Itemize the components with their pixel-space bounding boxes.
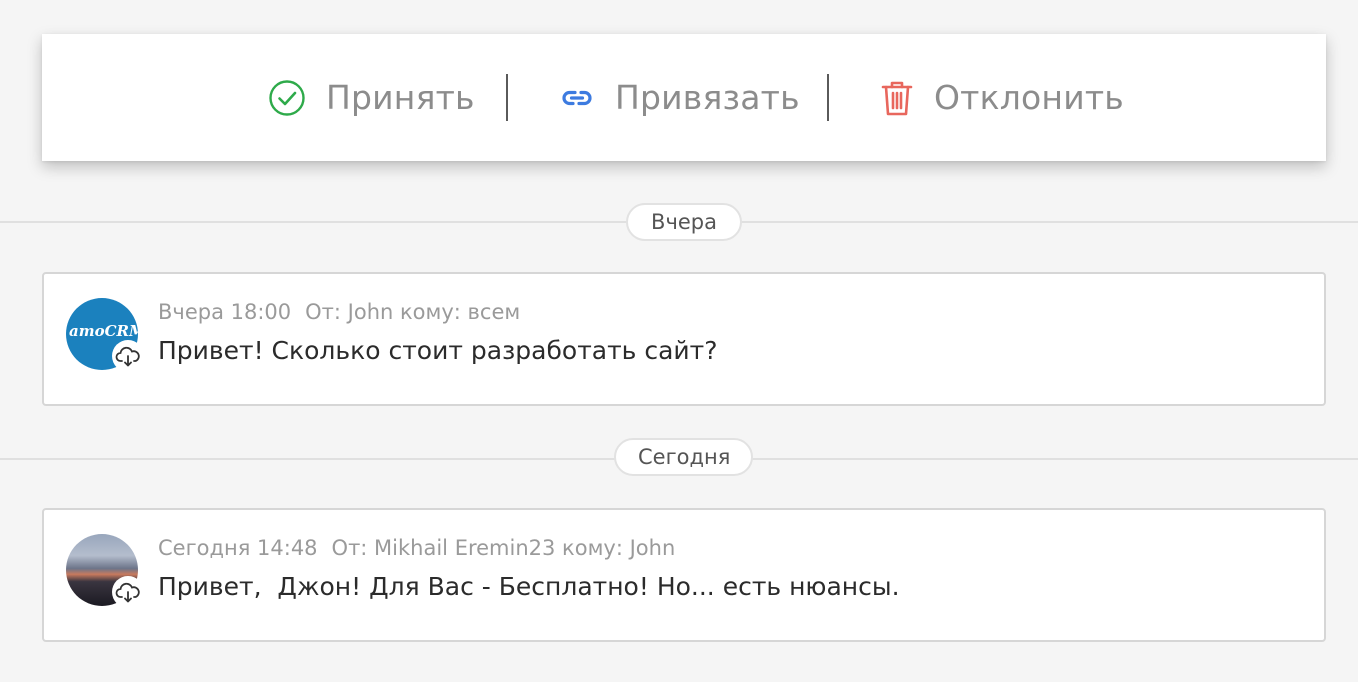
message-time: Вчера 18:00 bbox=[158, 300, 292, 324]
message-route: От: John кому: всем bbox=[305, 300, 521, 324]
reject-label: Отклонить bbox=[934, 78, 1124, 117]
accept-button[interactable]: Принять bbox=[268, 34, 475, 161]
bind-label: Привязать bbox=[615, 78, 800, 117]
avatar-logo-text: amoCRM bbox=[69, 322, 138, 340]
reject-button[interactable]: Отклонить bbox=[880, 34, 1124, 161]
message-card[interactable]: amoCRM Вчера 18:00 От: John кому: всем Пр… bbox=[42, 272, 1326, 406]
action-bar: Принять Привязать Отклонить bbox=[42, 34, 1326, 161]
message-time: Сегодня 14:48 bbox=[158, 536, 318, 560]
date-divider-yesterday: Вчера bbox=[626, 203, 742, 241]
link-icon bbox=[558, 79, 596, 117]
message-text: Привет! Сколько стоит разработать сайт? bbox=[158, 336, 718, 365]
bind-button[interactable]: Привязать bbox=[558, 34, 800, 161]
message-text: Привет, Джон! Для Вас - Бесплатно! Но...… bbox=[158, 572, 900, 601]
cloud-download-icon bbox=[112, 576, 144, 608]
cloud-download-icon bbox=[112, 340, 144, 372]
message-route: От: Mikhail Eremin23 кому: John bbox=[331, 536, 676, 560]
check-circle-icon bbox=[268, 79, 306, 117]
date-divider-today: Сегодня bbox=[614, 438, 753, 476]
action-separator bbox=[827, 74, 829, 121]
trash-icon bbox=[880, 79, 914, 117]
message-card[interactable]: Сегодня 14:48 От: Mikhail Eremin23 кому: … bbox=[42, 508, 1326, 642]
message-meta: Сегодня 14:48 От: Mikhail Eremin23 кому: … bbox=[158, 536, 675, 560]
message-meta: Вчера 18:00 От: John кому: всем bbox=[158, 300, 520, 324]
accept-label: Принять bbox=[326, 78, 475, 117]
action-separator bbox=[506, 74, 508, 121]
